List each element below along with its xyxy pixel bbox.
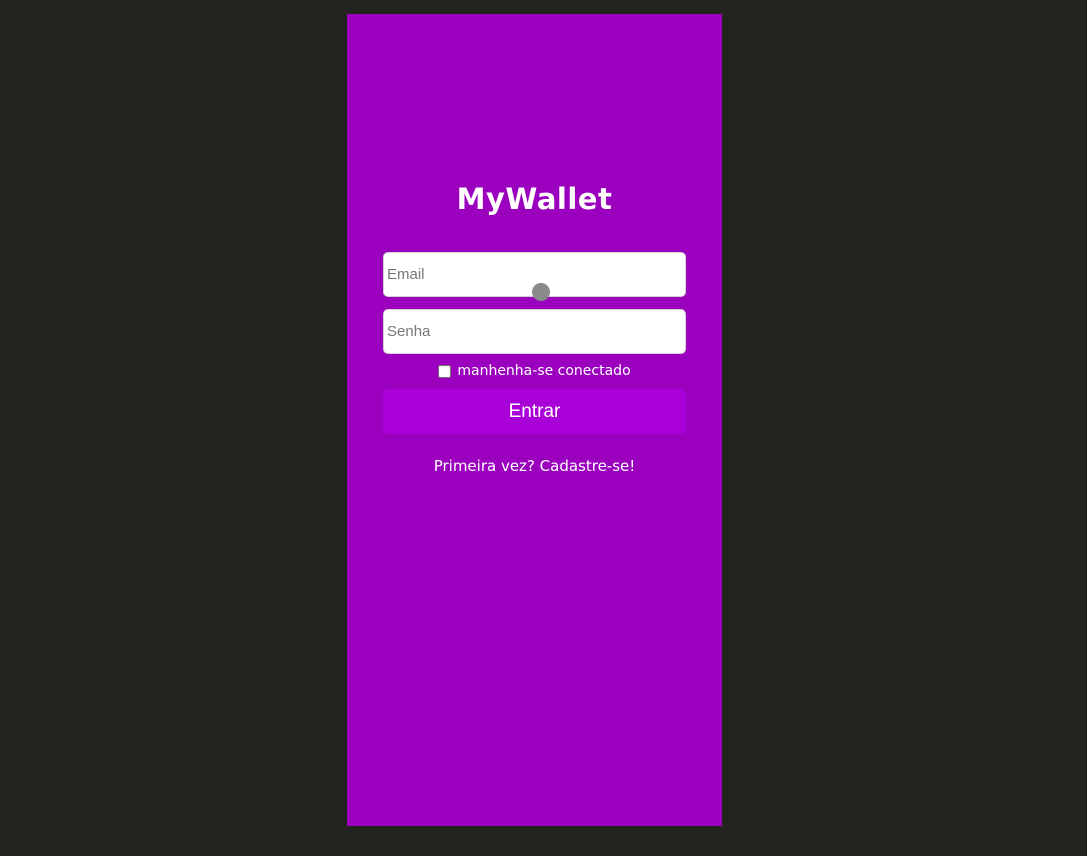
mouse-cursor-indicator [532,283,550,301]
login-button[interactable]: Entrar [383,389,686,434]
login-screen: MyWallet manhenha-se conectado Entrar Pr… [347,14,722,826]
remember-me-label: manhenha-se conectado [457,363,631,379]
signup-link[interactable]: Primeira vez? Cadastre-se! [347,457,722,475]
password-input[interactable] [383,309,686,354]
remember-me-checkbox[interactable] [438,364,452,378]
remember-me-row: manhenha-se conectado [347,363,722,379]
app-logo: MyWallet [456,182,613,216]
